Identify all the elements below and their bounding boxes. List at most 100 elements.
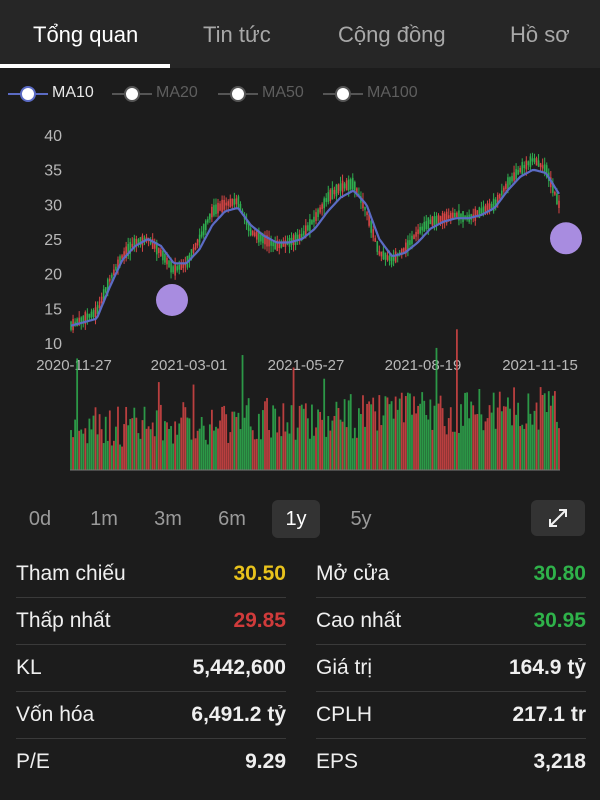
stat-market-cap: Vốn hóa 6,491.2 tỷ bbox=[16, 693, 286, 739]
x-tick-label: 2021-08-19 bbox=[385, 357, 462, 374]
range-3m-button[interactable]: 3m bbox=[146, 500, 190, 538]
volume-bar bbox=[141, 420, 144, 470]
candle-body bbox=[421, 226, 423, 231]
candle-body bbox=[213, 205, 215, 216]
tab-overview[interactable]: Tổng quan bbox=[33, 0, 138, 68]
candle-body bbox=[439, 216, 442, 222]
candle-body bbox=[313, 216, 315, 223]
range-6m-button[interactable]: 6m bbox=[210, 500, 254, 538]
candle-body bbox=[335, 184, 338, 197]
candle-body bbox=[462, 211, 464, 223]
range-selector: 0d 1m 3m 6m 1y 5y bbox=[0, 498, 600, 542]
candle-body bbox=[490, 204, 493, 209]
candle-body bbox=[317, 209, 319, 218]
legend-dot-icon bbox=[335, 86, 351, 102]
volume-bar bbox=[472, 405, 475, 470]
volume-bar bbox=[182, 402, 185, 470]
range-5y-button[interactable]: 5y bbox=[339, 500, 383, 538]
volume-bar bbox=[284, 431, 287, 470]
candle-body bbox=[354, 181, 356, 191]
volume-bar bbox=[98, 414, 101, 470]
volume-bar bbox=[462, 425, 464, 470]
volume-bar bbox=[500, 411, 503, 470]
volume-bar bbox=[366, 403, 368, 470]
candle-body bbox=[437, 214, 440, 225]
legend-ma50-toggle[interactable]: MA50 bbox=[218, 78, 318, 110]
stat-value: 9.29 bbox=[245, 750, 286, 773]
y-tick-label: 25 bbox=[44, 232, 62, 249]
candle-body bbox=[198, 234, 201, 243]
volume-bar bbox=[527, 393, 530, 470]
volume-bar bbox=[378, 395, 381, 470]
candle-body bbox=[341, 180, 344, 193]
price-chart[interactable]: 10 15 20 25 30 35 40 2020-11-27 2021-03-01 2021-0… bbox=[0, 110, 600, 488]
volume-bar bbox=[419, 403, 422, 470]
volume-bar bbox=[196, 430, 199, 470]
volume-bar bbox=[533, 410, 536, 470]
candle-body bbox=[219, 203, 221, 211]
volume-bar bbox=[219, 420, 221, 470]
range-1m-button[interactable]: 1m bbox=[82, 500, 126, 538]
volume-bar bbox=[511, 425, 513, 470]
candle-body bbox=[531, 158, 534, 162]
stat-label: Mở cửa bbox=[316, 562, 390, 585]
volume-bar bbox=[272, 405, 275, 470]
volume-bar bbox=[468, 418, 471, 470]
candle-body bbox=[233, 198, 236, 205]
tab-news[interactable]: Tin tức bbox=[203, 0, 271, 68]
candle-body bbox=[425, 221, 428, 230]
row-divider bbox=[316, 644, 586, 645]
candle-body bbox=[337, 184, 340, 194]
volume-bar bbox=[213, 430, 215, 470]
volume-bar bbox=[488, 405, 491, 470]
volume-bar bbox=[123, 424, 126, 470]
volume-bar bbox=[215, 426, 217, 470]
legend-ma20-toggle[interactable]: MA20 bbox=[112, 78, 212, 110]
volume-bar bbox=[233, 411, 236, 470]
volume-bar bbox=[327, 416, 330, 470]
volume-bar bbox=[72, 437, 74, 470]
volume-bar bbox=[476, 414, 479, 470]
candle-body bbox=[92, 310, 95, 318]
candle-body bbox=[501, 190, 503, 196]
volume-bar bbox=[231, 411, 234, 470]
expand-chart-button[interactable] bbox=[531, 500, 585, 536]
candle-body bbox=[272, 242, 274, 247]
volume-bar bbox=[460, 404, 462, 470]
candle-body bbox=[111, 274, 113, 278]
volume-bar bbox=[429, 399, 432, 470]
candle-body bbox=[237, 196, 240, 208]
candle-body bbox=[333, 189, 336, 195]
y-tick-label: 35 bbox=[44, 163, 62, 180]
legend-ma100-label: MA100 bbox=[367, 84, 418, 101]
range-0d-button[interactable]: 0d bbox=[18, 500, 62, 538]
volume-bar bbox=[325, 436, 328, 470]
stat-value: 30.95 bbox=[533, 609, 586, 632]
legend-ma10-toggle[interactable]: MA10 bbox=[8, 78, 108, 110]
y-tick-label: 15 bbox=[44, 301, 62, 318]
candle-body bbox=[307, 225, 309, 231]
volume-bar bbox=[192, 384, 195, 470]
volume-bar bbox=[245, 405, 248, 470]
tab-community[interactable]: Cộng đồng bbox=[338, 0, 446, 68]
candle-body bbox=[364, 206, 366, 210]
candle-body bbox=[378, 251, 381, 255]
volume-bar bbox=[382, 415, 385, 470]
volume-bar bbox=[539, 387, 542, 470]
candle-body bbox=[498, 194, 501, 199]
candle-body bbox=[166, 257, 168, 265]
legend-ma100-toggle[interactable]: MA100 bbox=[323, 78, 433, 110]
volume-bar bbox=[137, 433, 140, 470]
volume-bar bbox=[143, 406, 146, 470]
candle-body bbox=[217, 202, 219, 214]
volume-bar bbox=[478, 388, 481, 470]
candle-body bbox=[88, 313, 91, 318]
volume-bar bbox=[274, 408, 277, 470]
candle-body bbox=[345, 180, 348, 191]
tab-profile[interactable]: Hồ sơ bbox=[510, 0, 570, 68]
ma10-line bbox=[70, 168, 560, 327]
volume-bar bbox=[380, 425, 383, 470]
volume-bar bbox=[239, 429, 242, 470]
range-1y-button[interactable]: 1y bbox=[272, 500, 320, 538]
stat-open-price: Mở cửa 30.80 bbox=[316, 552, 586, 598]
